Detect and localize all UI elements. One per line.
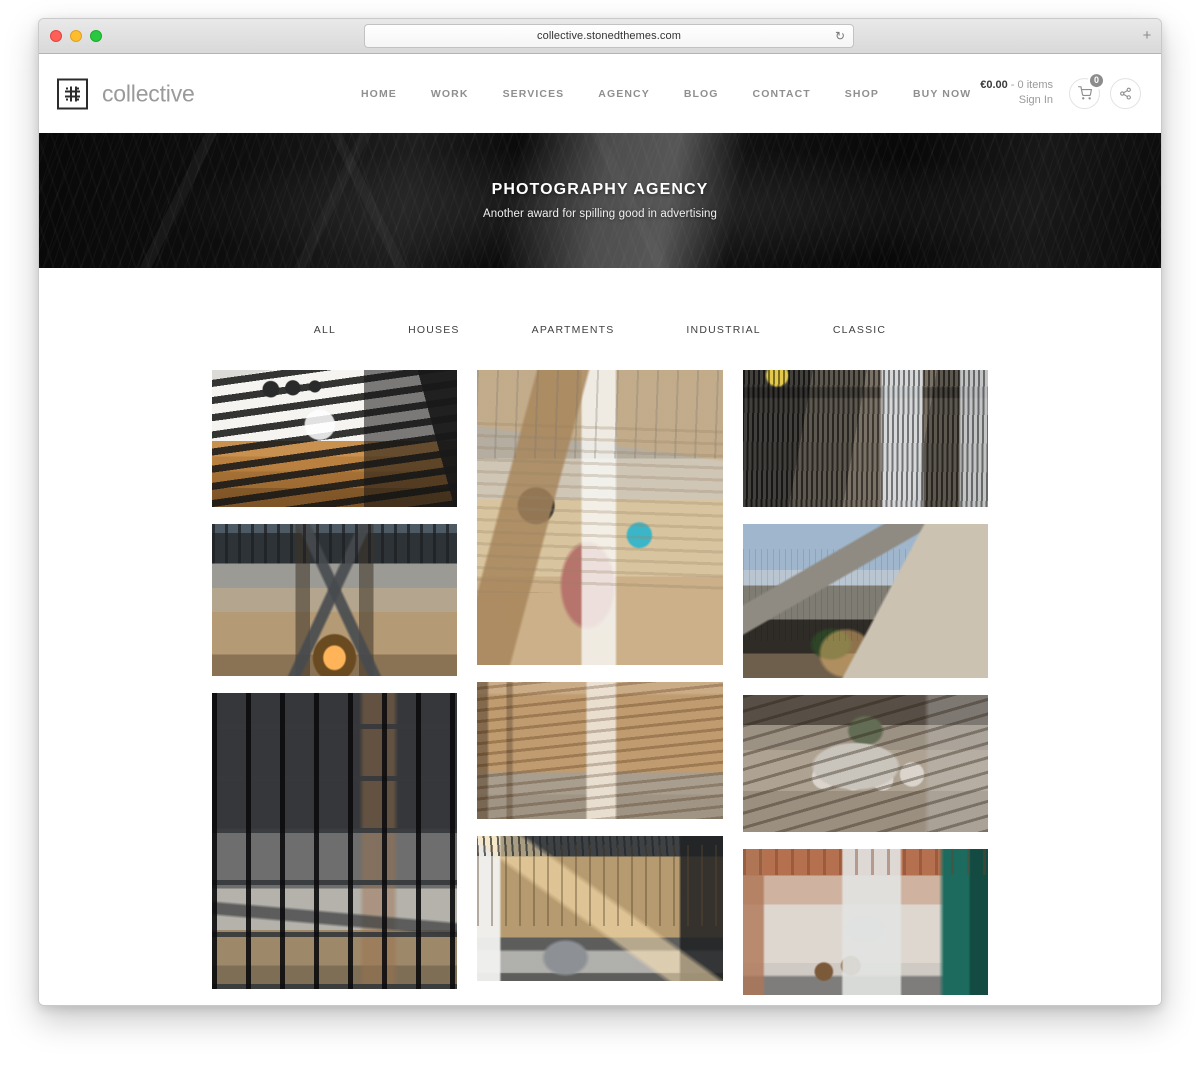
gallery-tile[interactable] [477,682,723,819]
cart-separator: - [1007,78,1018,91]
close-window-button[interactable] [50,30,62,42]
minimize-window-button[interactable] [70,30,82,42]
brand-logo[interactable]: collective [57,78,195,109]
hero-title: PHOTOGRAPHY AGENCY [491,181,709,198]
filter-houses[interactable]: HOUSES [408,324,460,336]
hero-banner: PHOTOGRAPHY AGENCY Another award for spi… [39,133,1161,268]
nav-item-buy-now[interactable]: BUY NOW [913,82,971,106]
gallery-tile[interactable] [742,524,988,678]
gallery-tile[interactable] [212,370,458,507]
zoom-window-button[interactable] [90,30,102,42]
gallery-tile[interactable] [477,370,723,665]
filter-industrial[interactable]: INDUSTRIAL [686,324,760,336]
gallery-tile[interactable] [742,849,988,995]
header-utility-area: €0.00 - 0 items Sign In 0 [980,72,1141,110]
nav-item-contact[interactable]: CONTACT [753,82,811,106]
page-viewport: collective HOME WORK SERVICES AGENCY BLO… [39,54,1161,1005]
gallery-tile[interactable] [477,836,723,981]
cart-summary: €0.00 - 0 items Sign In [980,78,1053,110]
portfolio-gallery [212,370,988,995]
gallery-tile[interactable] [742,695,988,832]
nav-item-agency[interactable]: AGENCY [598,82,650,106]
brand-name: collective [102,80,195,106]
nav-item-home[interactable]: HOME [361,82,397,106]
hero-subtitle: Another award for spilling good in adver… [482,208,718,220]
url-text: collective.stonedthemes.com [537,30,681,42]
shopping-cart-icon [1077,86,1092,101]
portfolio-filter-bar: ALL HOUSES APARTMENTS INDUSTRIAL CLASSIC [39,268,1161,336]
cart-badge-count: 0 [1088,72,1105,89]
nav-item-shop[interactable]: SHOP [845,82,879,106]
gallery-column-1 [212,370,458,995]
gallery-column-3 [742,370,988,995]
nav-item-services[interactable]: SERVICES [503,82,565,106]
site-header: collective HOME WORK SERVICES AGENCY BLO… [39,54,1161,133]
cart-total-line: €0.00 - 0 items [980,78,1053,94]
gallery-tile[interactable] [212,693,458,989]
nav-item-work[interactable]: WORK [431,82,469,106]
cart-items-count: 0 items [1017,78,1053,91]
filter-all[interactable]: ALL [314,324,336,336]
gallery-tile[interactable] [212,524,458,676]
address-bar[interactable]: collective.stonedthemes.com ↻ [364,24,854,48]
filter-classic[interactable]: CLASSIC [833,324,886,336]
new-tab-button[interactable]: + [1139,28,1155,44]
gallery-tile[interactable] [742,370,988,507]
browser-titlebar: collective.stonedthemes.com ↻ + [39,19,1161,54]
sign-in-link[interactable]: Sign In [980,94,1053,110]
share-icon [1119,87,1132,100]
browser-window: collective.stonedthemes.com ↻ + collecti… [38,18,1162,1006]
cart-button[interactable]: 0 [1069,72,1105,109]
collective-grid-logo-icon [57,78,88,109]
filter-apartments[interactable]: APARTMENTS [532,324,615,336]
main-navigation: HOME WORK SERVICES AGENCY BLOG CONTACT S… [361,82,971,106]
gallery-column-2 [477,370,723,995]
nav-item-blog[interactable]: BLOG [684,82,719,106]
cart-price: €0.00 [980,78,1008,91]
window-traffic-lights [50,30,102,42]
hero-text-block: PHOTOGRAPHY AGENCY Another award for spi… [39,133,1161,268]
share-button[interactable] [1110,78,1141,109]
reload-icon[interactable]: ↻ [835,30,845,42]
